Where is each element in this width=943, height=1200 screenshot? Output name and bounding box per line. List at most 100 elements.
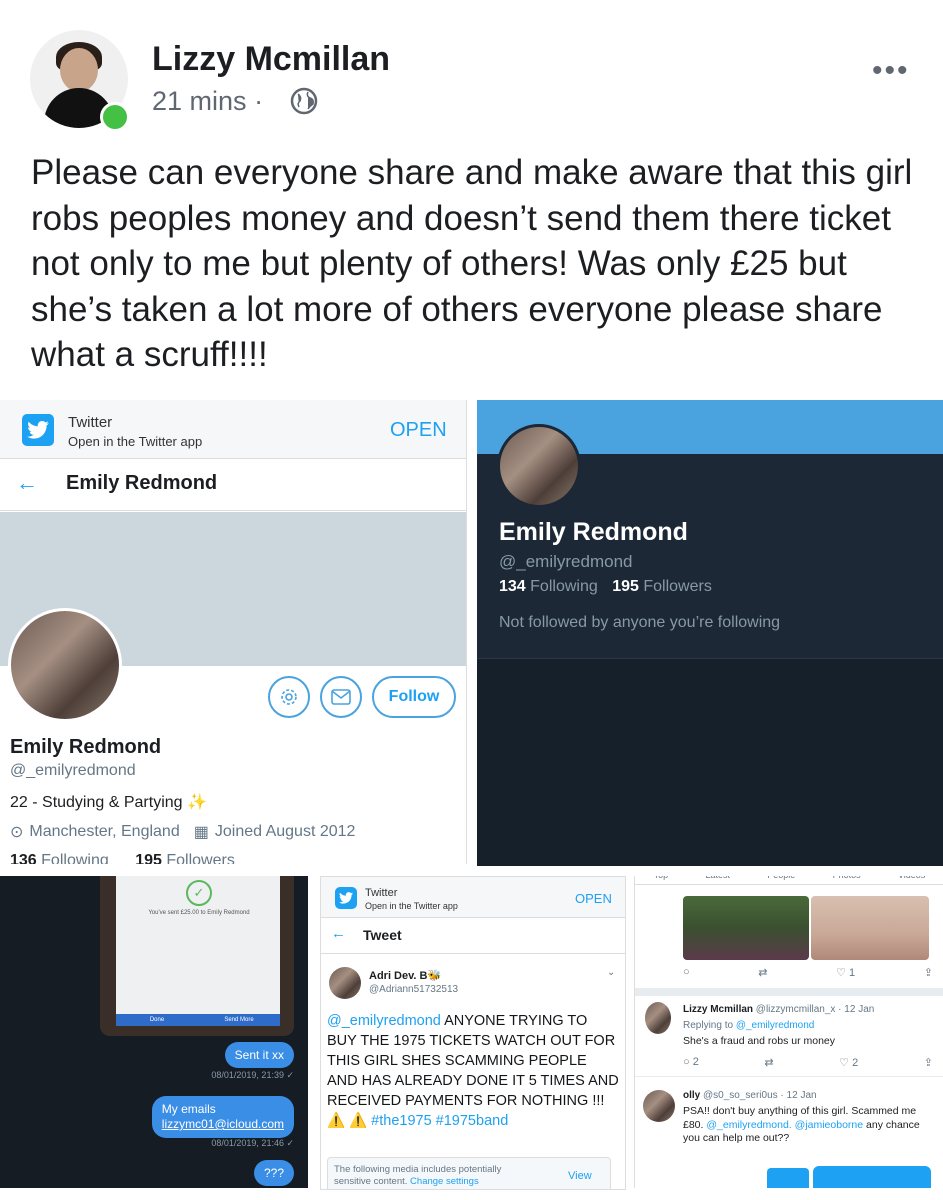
payment-receipt-screen: ✓ You've sent £25.00 to Emily Redmond Do… — [116, 876, 280, 1026]
profile-avatar[interactable] — [8, 608, 122, 722]
screenshot-twitter-profile-light: Twitter Open in the Twitter app OPEN ← E… — [0, 400, 467, 864]
reply1-replying: Replying to @_emilyredmond — [683, 1020, 814, 1031]
followers-label-dark[interactable]: Followers — [643, 578, 711, 595]
twitter-logo-icon — [22, 414, 54, 446]
reply-button[interactable]: ○ 2 — [683, 1056, 699, 1069]
reply2-handle: @s0_so_seri0us · 12 Jan — [703, 1090, 817, 1101]
back-arrow-icon[interactable]: ← — [16, 470, 38, 496]
tweet-header-bar: ← Tweet — [321, 917, 625, 954]
following-label[interactable]: Following — [41, 852, 109, 864]
divider — [635, 1076, 943, 1077]
more-options-button[interactable]: ••• — [872, 54, 910, 88]
following-count-dark[interactable]: 134 — [499, 578, 526, 595]
reply2-author[interactable]: olly — [683, 1090, 700, 1101]
message-bubble: Sent it xx — [224, 1042, 294, 1068]
tab-top[interactable]: Top — [654, 876, 669, 884]
profile-joined: Joined August 2012 — [214, 823, 356, 840]
reply1-avatar[interactable] — [645, 1002, 671, 1034]
tweet-author-handle: @Adriann51732513 — [369, 984, 459, 995]
app-name: Twitter — [365, 887, 398, 899]
heart-icon: ♡ — [839, 1057, 850, 1069]
tweet-mention[interactable]: @_emilyredmond — [327, 1013, 441, 1029]
calendar-icon: ▦ — [193, 824, 209, 841]
phone-photo: ✓ You've sent £25.00 to Emily Redmond Do… — [100, 876, 294, 1036]
profile-name: Emily Redmond — [10, 736, 162, 758]
tweet-author-name[interactable]: Adri Dev. B🐝 — [369, 969, 441, 982]
send-more-button[interactable]: Send More — [198, 1014, 280, 1026]
share-icon[interactable]: ⇪ — [924, 1056, 933, 1069]
change-settings-link[interactable]: Change settings — [410, 1176, 479, 1187]
settings-gear-icon[interactable] — [268, 676, 310, 718]
app-banner: Twitter Open in the Twitter app OPEN — [321, 877, 625, 918]
tweet-image-preview[interactable] — [767, 1168, 809, 1188]
tweet-body: @_emilyredmond ANYONE TRYING TO BUY THE … — [327, 1011, 619, 1131]
reply1-header: Lizzy Mcmillan @lizzymcmillan_x · 12 Jan — [683, 1004, 874, 1015]
post-separator: · — [254, 86, 264, 116]
post-author-name[interactable]: Lizzy Mcmillan — [152, 40, 390, 79]
done-button[interactable]: Done — [116, 1014, 198, 1026]
reply-icon: ○ — [683, 1056, 690, 1068]
reply1-replying-to[interactable]: @_emilyredmond — [736, 1020, 815, 1031]
reply1-text: She's a fraud and robs ur money — [683, 1035, 836, 1047]
tweet-header-title: Tweet — [363, 927, 402, 943]
profile-header-bar: ← Emily Redmond — [0, 458, 466, 511]
email-link[interactable]: lizzymc01@icloud.com — [162, 1117, 284, 1132]
like-count: 1 — [849, 967, 856, 979]
reply2-mention[interactable]: @_emilyredmond. — [706, 1119, 791, 1131]
retweet-icon[interactable]: ⇄ — [764, 1056, 773, 1069]
post-timestamp[interactable]: 21 mins · — [152, 86, 263, 117]
screenshot-search-replies: Top Latest People Photos Videos ○ ⇄ ♡ 1 … — [634, 876, 943, 1188]
tweet-author-avatar[interactable] — [329, 967, 361, 999]
tweet-image-1[interactable] — [683, 896, 809, 960]
profile-name-dark: Emily Redmond — [499, 518, 688, 546]
receipt-text: You've sent £25.00 to Emily Redmond — [148, 910, 250, 916]
followers-label[interactable]: Followers — [166, 852, 234, 864]
tab-photos[interactable]: Photos — [833, 876, 861, 884]
reply2-mention2[interactable]: @jamieoborne — [795, 1119, 863, 1131]
reply-icon[interactable]: ○ — [683, 966, 690, 979]
back-arrow-icon[interactable]: ← — [331, 925, 346, 942]
like-button[interactable]: ♡ 1 — [836, 966, 855, 979]
reply2-avatar[interactable] — [643, 1090, 675, 1122]
profile-bio: 22 - Studying & Partying ✨ — [10, 794, 207, 811]
tweet-image-2[interactable] — [811, 896, 929, 960]
followers-count[interactable]: 195 — [135, 852, 162, 864]
tweet-image-preview[interactable] — [813, 1166, 931, 1188]
tab-people[interactable]: People — [767, 876, 795, 884]
message-text: My emails — [161, 1102, 216, 1116]
open-app-button[interactable]: OPEN — [390, 419, 447, 442]
profile-handle: @_emilyredmond — [10, 762, 136, 779]
followers-count-dark[interactable]: 195 — [612, 578, 639, 595]
profile-avatar-dark[interactable] — [497, 424, 581, 508]
app-banner: Twitter Open in the Twitter app OPEN — [0, 400, 466, 459]
tweet-hashtags[interactable]: #the1975 #1975band — [371, 1113, 508, 1129]
header-profile-name: Emily Redmond — [66, 472, 218, 494]
reply1-actions: ○ 2 ⇄ ♡ 2 ⇪ — [683, 1056, 933, 1069]
view-media-button[interactable]: View — [568, 1170, 592, 1182]
retweet-icon[interactable]: ⇄ — [758, 966, 767, 979]
like-count: 2 — [852, 1057, 859, 1069]
media-notice-text: The following media includes potentially… — [334, 1164, 534, 1188]
reply2-header: olly @s0_so_seri0us · 12 Jan — [683, 1090, 817, 1101]
following-label-dark[interactable]: Following — [530, 578, 598, 595]
tweet-text: ANYONE TRYING TO BUY THE 1975 TICKETS WA… — [327, 1013, 619, 1129]
profile-meta: ⊙ Manchester, England ▦ Joined August 20… — [10, 822, 355, 842]
post-time: 21 mins — [152, 86, 247, 116]
location-pin-icon: ⊙ — [10, 824, 24, 841]
divider — [635, 988, 943, 996]
post-text: Please can everyone share and make aware… — [31, 153, 913, 374]
open-app-button[interactable]: OPEN — [575, 891, 612, 906]
like-button[interactable]: ♡ 2 — [839, 1056, 858, 1069]
message-envelope-icon[interactable] — [320, 676, 362, 718]
follow-button[interactable]: Follow — [372, 676, 456, 718]
message-bubble: ??? — [253, 1160, 294, 1186]
share-icon[interactable]: ⇪ — [924, 966, 933, 979]
reply1-author[interactable]: Lizzy Mcmillan — [683, 1004, 753, 1015]
tab-latest[interactable]: Latest — [705, 876, 730, 884]
search-tabs: Top Latest People Photos Videos — [635, 876, 943, 885]
profile-stats-dark: 134 Following 195 Followers — [499, 578, 712, 596]
profile-location: Manchester, England — [29, 823, 180, 840]
chevron-down-icon[interactable]: ⌄ — [607, 967, 615, 978]
following-count[interactable]: 136 — [10, 852, 37, 864]
tab-videos[interactable]: Videos — [898, 876, 925, 884]
